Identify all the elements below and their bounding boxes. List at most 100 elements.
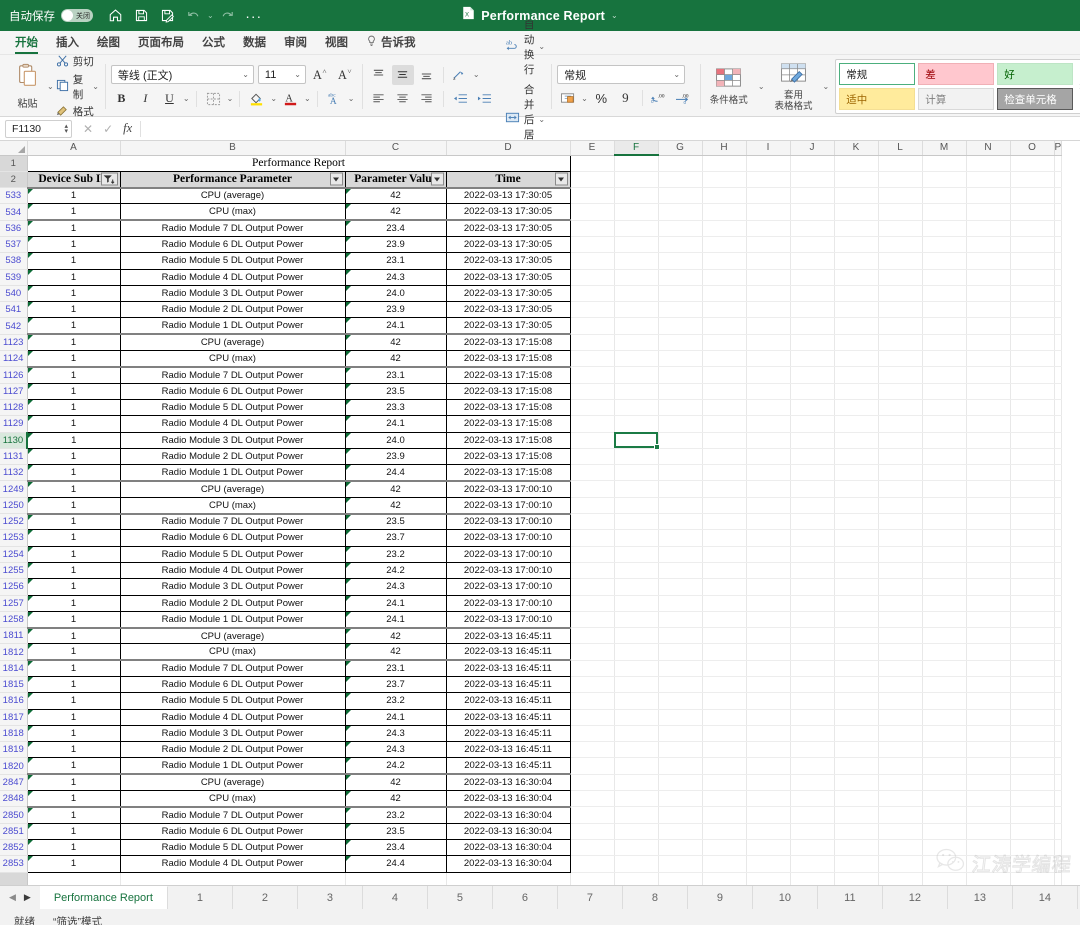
cell-empty[interactable] [790, 399, 834, 415]
cell-empty[interactable] [790, 693, 834, 709]
cell-empty[interactable] [614, 807, 658, 823]
cell-empty[interactable] [570, 416, 614, 432]
cell-empty[interactable] [966, 579, 1010, 595]
cell-device-sub-id[interactable]: 1 [27, 856, 120, 872]
cell-empty[interactable] [702, 318, 746, 334]
cell-empty[interactable] [658, 465, 702, 481]
cell-empty[interactable] [790, 155, 834, 171]
cell-empty[interactable] [702, 872, 746, 885]
cell-parameter-value[interactable]: 23.7 [345, 530, 446, 546]
cell-empty[interactable] [1054, 269, 1062, 285]
cell-empty[interactable] [966, 725, 1010, 741]
cell-empty[interactable] [834, 546, 878, 562]
cell-empty[interactable] [1054, 644, 1062, 660]
cell-empty[interactable] [878, 693, 922, 709]
format-painter-button[interactable]: 格式 [56, 104, 99, 120]
undo-icon[interactable] [181, 4, 205, 28]
cell-empty[interactable] [1010, 579, 1054, 595]
cell-empty[interactable] [1010, 546, 1054, 562]
cell-performance-parameter[interactable]: Radio Module 3 DL Output Power [120, 285, 345, 301]
cell-empty[interactable] [966, 334, 1010, 350]
cell-time[interactable]: 2022-03-13 17:00:10 [446, 579, 570, 595]
cell-empty[interactable] [1054, 742, 1062, 758]
cell-empty[interactable] [702, 448, 746, 464]
cell-empty[interactable] [614, 171, 658, 187]
cell-empty[interactable] [834, 383, 878, 399]
cell-empty[interactable] [790, 644, 834, 660]
cell-device-sub-id[interactable]: 1 [27, 383, 120, 399]
row-header-1816[interactable]: 1816 [0, 693, 27, 709]
cell-empty[interactable] [878, 465, 922, 481]
cell-time[interactable]: 2022-03-13 16:30:04 [446, 823, 570, 839]
cell-empty[interactable] [878, 253, 922, 269]
cell-empty[interactable] [570, 677, 614, 693]
cell-empty[interactable] [790, 448, 834, 464]
cell-empty[interactable] [966, 791, 1010, 807]
cell-empty[interactable] [790, 432, 834, 448]
cell-empty[interactable] [790, 334, 834, 350]
cell-empty[interactable] [790, 742, 834, 758]
cell-time[interactable]: 2022-03-13 17:15:08 [446, 383, 570, 399]
cell-parameter-value[interactable]: 24.3 [345, 725, 446, 741]
cell-empty[interactable] [834, 530, 878, 546]
cell-empty[interactable] [746, 546, 790, 562]
cell-parameter-value[interactable]: 23.5 [345, 383, 446, 399]
cell-time[interactable]: 2022-03-13 17:30:05 [446, 302, 570, 318]
cell-performance-parameter[interactable]: CPU (average) [120, 334, 345, 350]
cell-device-sub-id[interactable]: 1 [27, 318, 120, 334]
cell-empty[interactable] [834, 399, 878, 415]
cell-empty[interactable] [614, 660, 658, 676]
cell-time[interactable]: 2022-03-13 16:30:04 [446, 839, 570, 855]
cell-empty[interactable] [702, 204, 746, 220]
row-header-1126[interactable]: 1126 [0, 367, 27, 383]
cell-empty[interactable] [966, 432, 1010, 448]
cell-empty[interactable] [834, 155, 878, 171]
cell-empty[interactable] [746, 253, 790, 269]
cell-parameter-value[interactable]: 24.1 [345, 595, 446, 611]
cell-empty[interactable] [1054, 758, 1062, 774]
cell-time[interactable]: 2022-03-13 17:30:05 [446, 220, 570, 236]
cell-empty[interactable] [702, 758, 746, 774]
sheet-next-icon[interactable]: ▶ [24, 892, 31, 903]
cell-empty[interactable] [878, 497, 922, 513]
cell-empty[interactable] [878, 530, 922, 546]
cell-style-neutral[interactable]: 适中 [839, 88, 915, 110]
cell-performance-parameter[interactable]: Radio Module 4 DL Output Power [120, 562, 345, 578]
column-header-L[interactable]: L [878, 141, 922, 155]
cell-empty[interactable] [1054, 171, 1062, 187]
cell-empty[interactable] [658, 807, 702, 823]
cell-empty[interactable] [614, 155, 658, 171]
cell-empty[interactable] [570, 514, 614, 530]
cell-empty[interactable] [658, 155, 702, 171]
cell-empty[interactable] [658, 416, 702, 432]
cell-empty[interactable] [790, 302, 834, 318]
cell-device-sub-id[interactable]: 1 [27, 774, 120, 790]
wrap-text-button[interactable]: ab 自动换行 ⌄ [505, 17, 545, 77]
cell-performance-parameter[interactable]: Radio Module 1 DL Output Power [120, 465, 345, 481]
phonetic-dropdown-icon[interactable]: ⌄ [348, 94, 355, 103]
cell-empty[interactable] [446, 872, 570, 885]
filter-button-a[interactable] [101, 173, 118, 186]
underline-button[interactable]: U [159, 89, 180, 109]
cell-empty[interactable] [614, 628, 658, 644]
cell-empty[interactable] [345, 872, 446, 885]
conditional-formatting-button[interactable]: 条件格式 [706, 67, 752, 106]
cell-empty[interactable] [1054, 579, 1062, 595]
cell-performance-parameter[interactable]: Radio Module 7 DL Output Power [120, 220, 345, 236]
cell-empty[interactable] [922, 562, 966, 578]
cell-empty[interactable] [1054, 481, 1062, 497]
cell-empty[interactable] [790, 709, 834, 725]
cell-empty[interactable] [1054, 514, 1062, 530]
cell-empty[interactable] [922, 595, 966, 611]
cell-empty[interactable] [746, 628, 790, 644]
column-header-D[interactable]: D [446, 141, 570, 155]
cell-empty[interactable] [746, 530, 790, 546]
cell-empty[interactable] [1010, 302, 1054, 318]
cell-empty[interactable] [702, 660, 746, 676]
cell-empty[interactable] [834, 562, 878, 578]
cell-empty[interactable] [1010, 628, 1054, 644]
tab-tell-me[interactable]: 告诉我 [357, 33, 425, 54]
sheet-tab-10[interactable]: 10 [753, 886, 818, 909]
cell-empty[interactable] [878, 432, 922, 448]
row-header-539[interactable]: 539 [0, 269, 27, 285]
